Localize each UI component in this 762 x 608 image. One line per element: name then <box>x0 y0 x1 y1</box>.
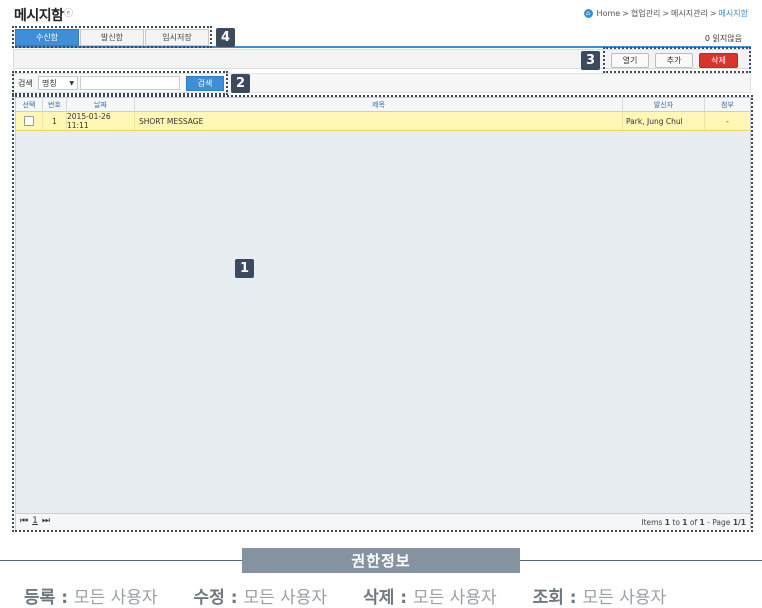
unread-count: 0 읽지않음 <box>705 33 742 44</box>
callout-box-toolbar <box>603 47 751 73</box>
callout-number-3: 3 <box>581 51 600 70</box>
callout-box-search <box>12 71 228 95</box>
permission-delete: 삭제 : 모든 사용자 <box>363 588 497 608</box>
breadcrumb-current: 메시지함 <box>718 9 748 18</box>
breadcrumb-item[interactable]: 메시지관리 <box>671 8 708 19</box>
callout-number-2: 2 <box>231 74 250 93</box>
breadcrumb-sep: > <box>662 9 670 18</box>
permission-register: 등록 : 모든 사용자 <box>24 588 158 608</box>
callout-number-4: 4 <box>216 28 235 47</box>
callout-box-grid <box>12 95 753 532</box>
help-icon[interactable]: ⓔ <box>64 6 73 19</box>
permission-title: 권한정보 <box>242 548 520 573</box>
permission-list: 등록 : 모든 사용자 수정 : 모든 사용자 삭제 : 모든 사용자 조회 :… <box>24 583 666 608</box>
breadcrumb: ⌂ Home > 협업관리 > 메시지관리 > 메시지함 <box>583 8 748 19</box>
page-title: 메시지함 <box>14 8 64 24</box>
unread-label: 읽지않음 <box>712 34 742 43</box>
callout-number-1: 1 <box>235 259 254 278</box>
breadcrumb-home[interactable]: Home <box>597 9 621 18</box>
callout-box-tabs <box>12 26 212 48</box>
breadcrumb-sep: > <box>709 9 717 18</box>
breadcrumb-sep: > <box>622 9 629 18</box>
home-icon[interactable]: ⌂ <box>583 9 593 18</box>
permission-view: 조회 : 모든 사용자 <box>532 588 667 608</box>
permission-edit: 수정 : 모든 사용자 <box>193 588 328 608</box>
unread-number: 0 <box>704 34 710 43</box>
breadcrumb-item[interactable]: 협업관리 <box>631 8 660 19</box>
